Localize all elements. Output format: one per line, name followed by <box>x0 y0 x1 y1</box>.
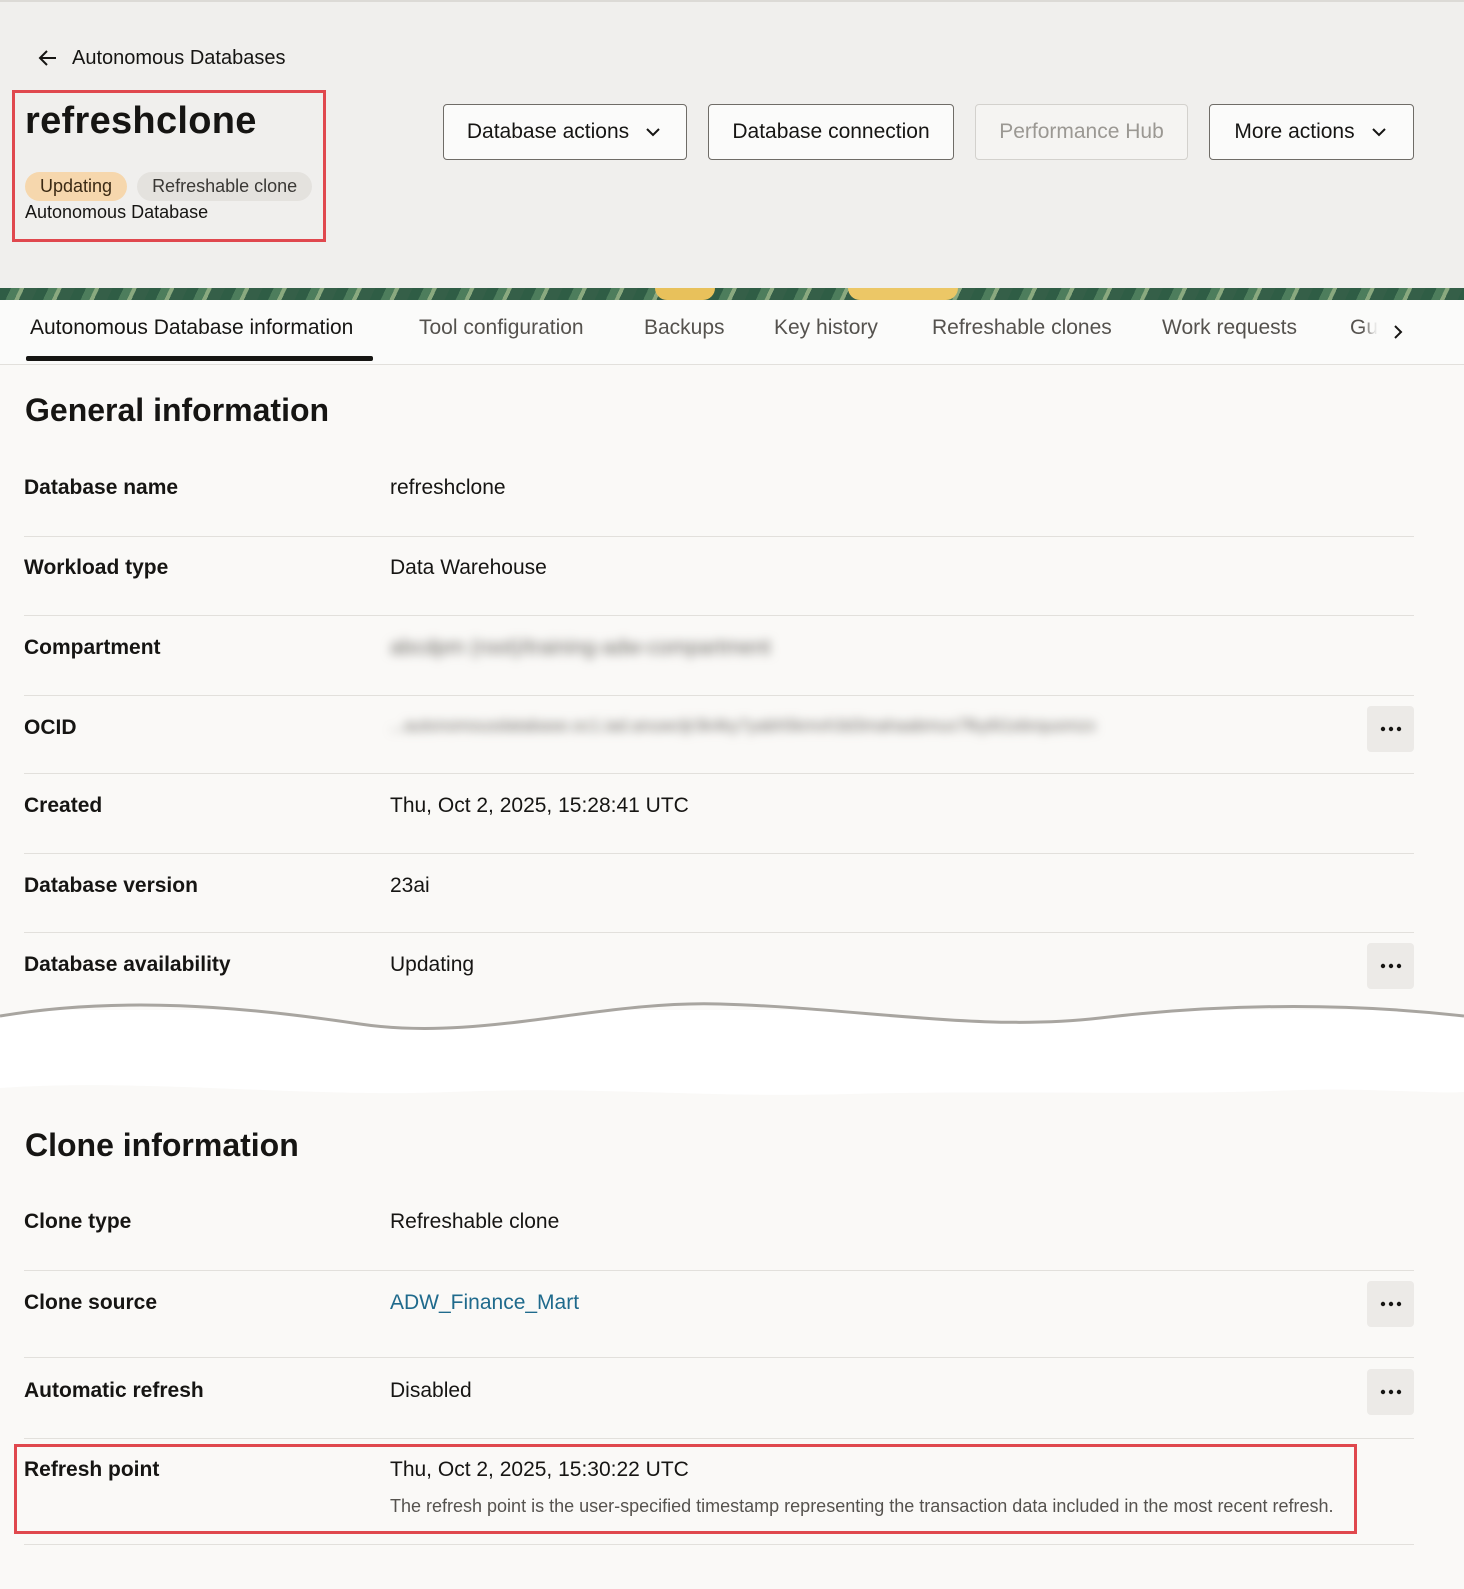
divider <box>24 1270 1414 1271</box>
page-header: Autonomous Databases refreshclone Updati… <box>0 0 1464 294</box>
divider <box>24 615 1414 616</box>
database-connection-button[interactable]: Database connection <box>708 104 954 160</box>
clone-source-actions-button[interactable] <box>1367 1281 1414 1327</box>
row-value: Data Warehouse <box>390 556 547 579</box>
divider <box>24 536 1414 537</box>
tab-scroll-right-button[interactable] <box>1384 318 1412 346</box>
more-horizontal-icon <box>1380 963 1401 969</box>
back-link-label: Autonomous Databases <box>72 46 286 69</box>
divider <box>24 1438 1414 1439</box>
row-label: Clone type <box>24 1210 132 1233</box>
divider <box>24 932 1414 933</box>
row-label: Automatic refresh <box>24 1379 204 1402</box>
info-row-ocid: OCID ...autonomousdatabase.oc1.iad.anuwc… <box>24 706 1414 774</box>
database-actions-button[interactable]: Database actions <box>443 104 687 160</box>
more-actions-button[interactable]: More actions <box>1209 104 1414 160</box>
row-value-redacted: abcdpm (root)/training-adw-compartment <box>390 636 771 659</box>
info-row-database-version: Database version 23ai <box>24 874 1414 934</box>
row-value: Updating <box>390 953 475 976</box>
automatic-refresh-actions-button[interactable] <box>1367 1369 1414 1415</box>
tab-key-history[interactable]: Key history <box>774 316 878 340</box>
tab-fade <box>1362 300 1384 363</box>
more-horizontal-icon <box>1380 1389 1401 1395</box>
back-link[interactable]: Autonomous Databases <box>36 46 285 70</box>
divider <box>24 773 1414 774</box>
section-heading-general: General information <box>25 392 330 428</box>
tab-backups[interactable]: Backups <box>644 316 725 340</box>
more-horizontal-icon <box>1380 1301 1401 1307</box>
banner-shape <box>848 288 958 300</box>
row-label: Created <box>24 794 103 817</box>
more-actions-label: More actions <box>1234 120 1355 143</box>
tab-adb-information[interactable]: Autonomous Database information <box>30 316 353 340</box>
chevron-right-icon <box>1394 325 1403 339</box>
divider <box>24 1357 1414 1358</box>
row-label: OCID <box>24 716 77 739</box>
performance-hub-button[interactable]: Performance Hub <box>975 104 1188 160</box>
row-value-redacted: ...autonomousdatabase.oc1.iad.anuwcljr3k… <box>390 716 1096 735</box>
info-row-workload-type: Workload type Data Warehouse <box>24 556 1414 616</box>
row-label: Database availability <box>24 953 231 976</box>
divider <box>24 695 1414 696</box>
clone-row-type: Clone type Refreshable clone <box>24 1210 1414 1271</box>
chevron-down-icon <box>646 128 660 137</box>
row-label: Clone source <box>24 1291 158 1314</box>
row-label: Database version <box>24 874 198 897</box>
info-row-compartment: Compartment abcdpm (root)/training-adw-c… <box>24 636 1414 696</box>
clone-source-link[interactable]: ADW_Finance_Mart <box>390 1291 579 1315</box>
row-label: Workload type <box>24 556 169 579</box>
ocid-actions-button[interactable] <box>1367 706 1414 752</box>
more-horizontal-icon <box>1380 726 1401 732</box>
info-row-database-name: Database name refreshclone <box>24 476 1414 537</box>
database-actions-label: Database actions <box>466 120 630 143</box>
chevron-down-icon <box>1371 128 1386 137</box>
database-connection-label: Database connection <box>732 120 930 143</box>
performance-hub-label: Performance Hub <box>999 120 1164 143</box>
row-value: Thu, Oct 2, 2025, 15:28:41 UTC <box>390 794 689 817</box>
divider <box>24 853 1414 854</box>
title-highlight-box <box>12 90 326 242</box>
tab-tool-configuration[interactable]: Tool configuration <box>419 316 584 340</box>
clone-row-automatic-refresh: Automatic refresh Disabled <box>24 1369 1414 1439</box>
divider <box>24 1544 1414 1545</box>
info-row-created: Created Thu, Oct 2, 2025, 15:28:41 UTC <box>24 794 1414 854</box>
row-value: Disabled <box>390 1379 472 1402</box>
torn-edge <box>0 996 1464 1106</box>
refresh-point-highlight-box <box>14 1444 1357 1534</box>
row-value: Refreshable clone <box>390 1210 560 1233</box>
row-value: refreshclone <box>390 476 506 499</box>
clone-row-source: Clone source ADW_Finance_Mart <box>24 1281 1414 1359</box>
tab-refreshable-clones[interactable]: Refreshable clones <box>932 316 1112 340</box>
active-tab-indicator <box>26 356 373 361</box>
row-value: 23ai <box>390 874 430 897</box>
tab-work-requests[interactable]: Work requests <box>1162 316 1297 340</box>
arrow-left-icon <box>38 50 56 66</box>
banner-shape <box>655 288 715 300</box>
section-heading-clone: Clone information <box>25 1127 299 1163</box>
row-label: Compartment <box>24 636 161 659</box>
availability-actions-button[interactable] <box>1367 943 1414 989</box>
row-label: Database name <box>24 476 179 499</box>
decorative-banner <box>0 288 1464 300</box>
